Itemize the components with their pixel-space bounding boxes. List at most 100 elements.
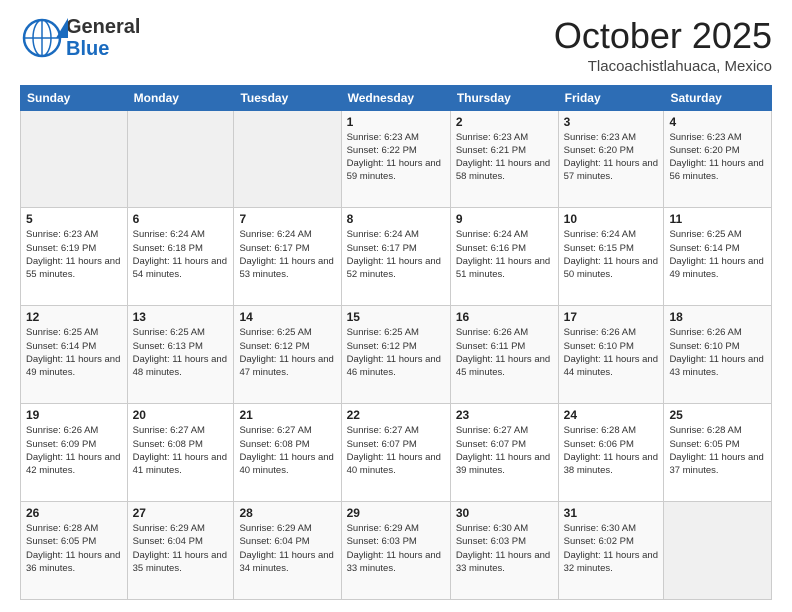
weekday-header-sunday: Sunday (21, 85, 128, 110)
day-number: 23 (456, 408, 553, 422)
logo: General Blue (20, 16, 140, 60)
week-row-3: 12Sunrise: 6:25 AM Sunset: 6:14 PM Dayli… (21, 306, 772, 404)
day-info: Sunrise: 6:24 AM Sunset: 6:17 PM Dayligh… (239, 228, 335, 281)
day-cell: 4 Sunrise: 6:23 AM Sunset: 6:20 PM Daylig… (664, 110, 772, 208)
day-number: 9 (456, 212, 553, 226)
day-info: Sunrise: 6:24 AM Sunset: 6:16 PM Dayligh… (456, 228, 553, 281)
day-info: Sunrise: 6:29 AM Sunset: 6:04 PM Dayligh… (133, 522, 229, 575)
day-number: 5 (26, 212, 122, 226)
day-number: 10 (564, 212, 659, 226)
day-cell: 7 Sunrise: 6:24 AM Sunset: 6:17 PM Daylig… (234, 208, 341, 306)
day-info: Sunrise: 6:24 AM Sunset: 6:15 PM Dayligh… (564, 228, 659, 281)
day-info: Sunrise: 6:25 AM Sunset: 6:12 PM Dayligh… (239, 326, 335, 379)
day-number: 26 (26, 506, 122, 520)
day-number: 28 (239, 506, 335, 520)
day-cell: 2 Sunrise: 6:23 AM Sunset: 6:21 PM Daylig… (450, 110, 558, 208)
day-cell: 21 Sunrise: 6:27 AM Sunset: 6:08 PM Dayli… (234, 404, 341, 502)
day-number: 30 (456, 506, 553, 520)
day-cell: 11Sunrise: 6:25 AM Sunset: 6:14 PM Dayli… (664, 208, 772, 306)
day-info: Sunrise: 6:23 AM Sunset: 6:20 PM Dayligh… (564, 131, 659, 184)
day-number: 1 (347, 115, 445, 129)
day-number: 19 (26, 408, 122, 422)
day-cell: 5Sunrise: 6:23 AM Sunset: 6:19 PM Daylig… (21, 208, 128, 306)
day-cell: 1 Sunrise: 6:23 AM Sunset: 6:22 PM Daylig… (341, 110, 450, 208)
day-cell: 22 Sunrise: 6:27 AM Sunset: 6:07 PM Dayli… (341, 404, 450, 502)
day-info: Sunrise: 6:23 AM Sunset: 6:21 PM Dayligh… (456, 131, 553, 184)
day-number: 4 (669, 115, 766, 129)
day-info: Sunrise: 6:27 AM Sunset: 6:08 PM Dayligh… (239, 424, 335, 477)
day-info: Sunrise: 6:29 AM Sunset: 6:03 PM Dayligh… (347, 522, 445, 575)
day-info: Sunrise: 6:26 AM Sunset: 6:09 PM Dayligh… (26, 424, 122, 477)
weekday-header-friday: Friday (558, 85, 664, 110)
day-cell: 31Sunrise: 6:30 AM Sunset: 6:02 PM Dayli… (558, 502, 664, 600)
day-cell: 29 Sunrise: 6:29 AM Sunset: 6:03 PM Dayli… (341, 502, 450, 600)
month-title: October 2025 (554, 16, 772, 56)
day-number: 27 (133, 506, 229, 520)
weekday-header-tuesday: Tuesday (234, 85, 341, 110)
day-cell: 13 Sunrise: 6:25 AM Sunset: 6:13 PM Dayli… (127, 306, 234, 404)
weekday-header-saturday: Saturday (664, 85, 772, 110)
day-cell: 20Sunrise: 6:27 AM Sunset: 6:08 PM Dayli… (127, 404, 234, 502)
day-info: Sunrise: 6:27 AM Sunset: 6:07 PM Dayligh… (347, 424, 445, 477)
day-cell: 8Sunrise: 6:24 AM Sunset: 6:17 PM Daylig… (341, 208, 450, 306)
day-number: 22 (347, 408, 445, 422)
week-row-1: 1 Sunrise: 6:23 AM Sunset: 6:22 PM Daylig… (21, 110, 772, 208)
day-info: Sunrise: 6:23 AM Sunset: 6:20 PM Dayligh… (669, 131, 766, 184)
day-cell: 30 Sunrise: 6:30 AM Sunset: 6:03 PM Dayli… (450, 502, 558, 600)
week-row-4: 19 Sunrise: 6:26 AM Sunset: 6:09 PM Dayli… (21, 404, 772, 502)
day-info: Sunrise: 6:25 AM Sunset: 6:13 PM Dayligh… (133, 326, 229, 379)
week-row-2: 5Sunrise: 6:23 AM Sunset: 6:19 PM Daylig… (21, 208, 772, 306)
calendar-table: SundayMondayTuesdayWednesdayThursdayFrid… (20, 85, 772, 600)
page: General Blue October 2025 Tlacoachistlah… (0, 0, 792, 612)
day-cell: 15 Sunrise: 6:25 AM Sunset: 6:12 PM Dayli… (341, 306, 450, 404)
day-cell: 14 Sunrise: 6:25 AM Sunset: 6:12 PM Dayli… (234, 306, 341, 404)
day-cell: 16Sunrise: 6:26 AM Sunset: 6:11 PM Dayli… (450, 306, 558, 404)
day-info: Sunrise: 6:28 AM Sunset: 6:05 PM Dayligh… (669, 424, 766, 477)
day-cell: 9 Sunrise: 6:24 AM Sunset: 6:16 PM Daylig… (450, 208, 558, 306)
day-cell: 26 Sunrise: 6:28 AM Sunset: 6:05 PM Dayli… (21, 502, 128, 600)
day-number: 15 (347, 310, 445, 324)
day-number: 2 (456, 115, 553, 129)
day-number: 7 (239, 212, 335, 226)
day-cell: 19 Sunrise: 6:26 AM Sunset: 6:09 PM Dayli… (21, 404, 128, 502)
day-number: 3 (564, 115, 659, 129)
day-info: Sunrise: 6:26 AM Sunset: 6:11 PM Dayligh… (456, 326, 553, 379)
day-number: 24 (564, 408, 659, 422)
day-cell: 25 Sunrise: 6:28 AM Sunset: 6:05 PM Dayli… (664, 404, 772, 502)
day-cell (664, 502, 772, 600)
day-number: 17 (564, 310, 659, 324)
week-row-5: 26 Sunrise: 6:28 AM Sunset: 6:05 PM Dayli… (21, 502, 772, 600)
weekday-header-monday: Monday (127, 85, 234, 110)
day-number: 8 (347, 212, 445, 226)
day-number: 29 (347, 506, 445, 520)
day-cell: 18Sunrise: 6:26 AM Sunset: 6:10 PM Dayli… (664, 306, 772, 404)
location-title: Tlacoachistlahuaca, Mexico (554, 58, 772, 75)
day-cell: 3 Sunrise: 6:23 AM Sunset: 6:20 PM Daylig… (558, 110, 664, 208)
day-cell: 23 Sunrise: 6:27 AM Sunset: 6:07 PM Dayli… (450, 404, 558, 502)
day-info: Sunrise: 6:28 AM Sunset: 6:06 PM Dayligh… (564, 424, 659, 477)
day-cell: 24 Sunrise: 6:28 AM Sunset: 6:06 PM Dayli… (558, 404, 664, 502)
day-number: 25 (669, 408, 766, 422)
day-number: 13 (133, 310, 229, 324)
day-info: Sunrise: 6:30 AM Sunset: 6:02 PM Dayligh… (564, 522, 659, 575)
day-info: Sunrise: 6:29 AM Sunset: 6:04 PM Dayligh… (239, 522, 335, 575)
logo-line1: General (66, 16, 140, 38)
day-cell: 28 Sunrise: 6:29 AM Sunset: 6:04 PM Dayli… (234, 502, 341, 600)
day-info: Sunrise: 6:24 AM Sunset: 6:18 PM Dayligh… (133, 228, 229, 281)
title-section: October 2025 Tlacoachistlahuaca, Mexico (554, 16, 772, 75)
day-info: Sunrise: 6:23 AM Sunset: 6:22 PM Dayligh… (347, 131, 445, 184)
header: General Blue October 2025 Tlacoachistlah… (20, 16, 772, 75)
day-cell (127, 110, 234, 208)
day-number: 21 (239, 408, 335, 422)
day-info: Sunrise: 6:26 AM Sunset: 6:10 PM Dayligh… (564, 326, 659, 379)
day-cell: 17 Sunrise: 6:26 AM Sunset: 6:10 PM Dayli… (558, 306, 664, 404)
day-number: 6 (133, 212, 229, 226)
day-info: Sunrise: 6:28 AM Sunset: 6:05 PM Dayligh… (26, 522, 122, 575)
day-info: Sunrise: 6:30 AM Sunset: 6:03 PM Dayligh… (456, 522, 553, 575)
day-number: 14 (239, 310, 335, 324)
day-cell: 10 Sunrise: 6:24 AM Sunset: 6:15 PM Dayli… (558, 208, 664, 306)
day-info: Sunrise: 6:25 AM Sunset: 6:14 PM Dayligh… (26, 326, 122, 379)
day-info: Sunrise: 6:26 AM Sunset: 6:10 PM Dayligh… (669, 326, 766, 379)
day-info: Sunrise: 6:27 AM Sunset: 6:07 PM Dayligh… (456, 424, 553, 477)
day-info: Sunrise: 6:25 AM Sunset: 6:12 PM Dayligh… (347, 326, 445, 379)
